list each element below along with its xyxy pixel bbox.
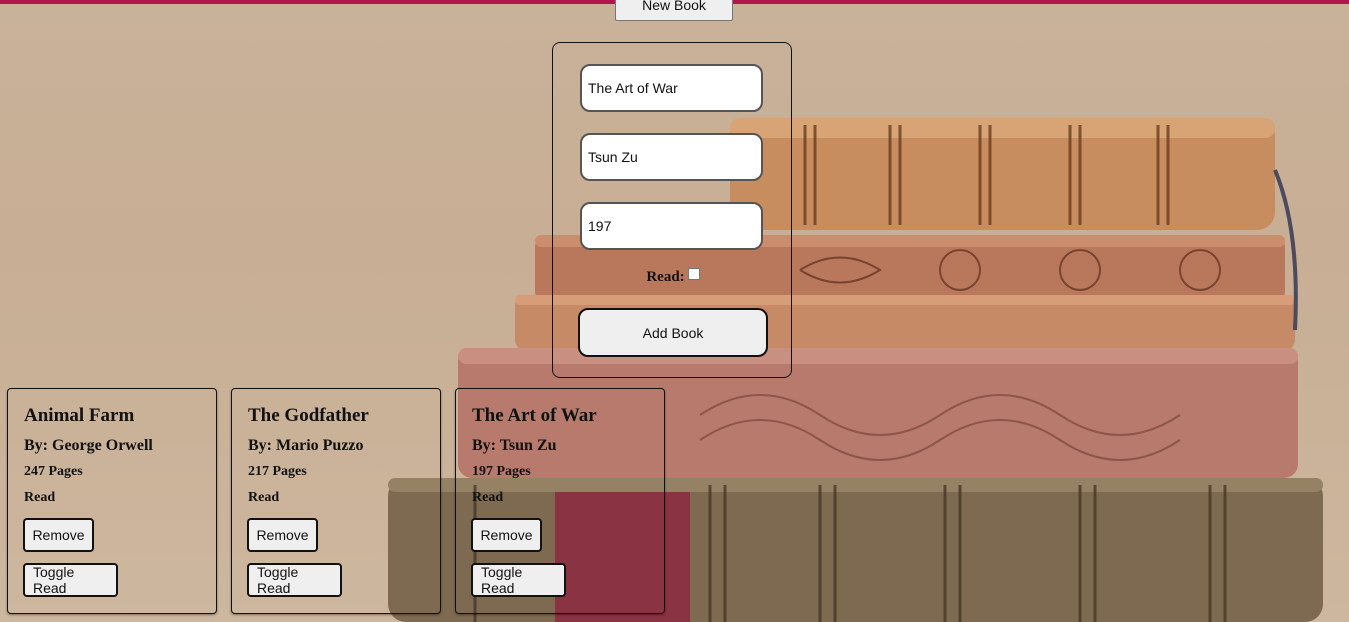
- book-pages: 197 Pages: [472, 464, 531, 479]
- book-author: By: George Orwell: [24, 437, 153, 454]
- book-pages: 217 Pages: [248, 464, 307, 479]
- title-input[interactable]: [580, 64, 763, 112]
- read-field: Read:: [553, 268, 793, 286]
- book-card: Animal Farm By: George Orwell 247 Pages …: [7, 388, 217, 614]
- toggle-read-button[interactable]: Toggle Read: [247, 563, 342, 597]
- author-input[interactable]: [580, 133, 763, 181]
- remove-button[interactable]: Remove: [247, 518, 318, 552]
- toggle-read-button[interactable]: Toggle Read: [23, 563, 118, 597]
- book-read-status: Read: [472, 490, 504, 505]
- read-checkbox[interactable]: [687, 268, 700, 280]
- book-author: By: Tsun Zu: [472, 437, 557, 454]
- toggle-read-button[interactable]: Toggle Read: [471, 563, 566, 597]
- add-book-button[interactable]: Add Book: [578, 308, 768, 357]
- remove-button[interactable]: Remove: [23, 518, 94, 552]
- book-pages: 247 Pages: [24, 464, 83, 479]
- book-card: The Art of War By: Tsun Zu 197 Pages Rea…: [455, 388, 665, 614]
- book-read-status: Read: [24, 490, 56, 505]
- book-read-status: Read: [248, 490, 280, 505]
- pages-input[interactable]: [580, 202, 763, 250]
- book-title: The Godfather: [248, 405, 369, 426]
- book-author: By: Mario Puzzo: [248, 437, 364, 454]
- book-title: The Art of War: [472, 405, 597, 426]
- read-label: Read:: [646, 269, 685, 285]
- new-book-button[interactable]: New Book: [615, 0, 733, 21]
- book-title: Animal Farm: [24, 405, 135, 426]
- book-card: The Godfather By: Mario Puzzo 217 Pages …: [231, 388, 441, 614]
- remove-button[interactable]: Remove: [471, 518, 542, 552]
- add-book-form: Read: Add Book: [552, 42, 792, 378]
